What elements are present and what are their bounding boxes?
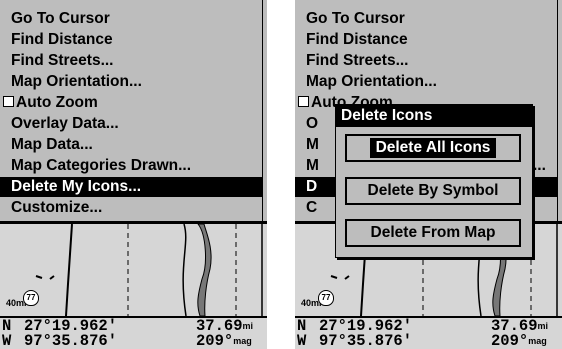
map-view[interactable] bbox=[0, 224, 267, 316]
right-device-screen: Go To Cursor Find Distance Find Streets.… bbox=[295, 0, 562, 349]
auto-zoom-checkbox[interactable] bbox=[298, 96, 309, 108]
menu-scrollbar[interactable] bbox=[557, 0, 562, 221]
delete-by-symbol-button[interactable]: Delete By Symbol bbox=[345, 177, 521, 205]
left-device-screen: Go To Cursor Find Distance Find Streets.… bbox=[0, 0, 267, 349]
menu-item-customize[interactable]: Customize... bbox=[0, 198, 262, 218]
menu-item-find-distance[interactable]: Find Distance bbox=[0, 30, 262, 50]
map-menu: Go To Cursor Find Distance Find Streets.… bbox=[0, 0, 267, 221]
lon-direction: W bbox=[2, 332, 12, 349]
menu-item-ellipsis-peek: ... bbox=[533, 157, 546, 174]
auto-zoom-label: Auto Zoom bbox=[16, 94, 98, 111]
lon-direction: W bbox=[297, 332, 307, 349]
distance-unit: mi bbox=[537, 321, 549, 331]
bearing-unit: mag bbox=[233, 336, 252, 346]
delete-from-map-button[interactable]: Delete From Map bbox=[345, 219, 521, 247]
dialog-title: Delete Icons bbox=[336, 105, 532, 127]
position-status-bar: N 27°19.962' W 97°35.876' 37.69mi 209°ma… bbox=[295, 318, 562, 349]
menu-scrollbar[interactable] bbox=[262, 0, 267, 221]
longitude-value: 97°35.876' bbox=[24, 332, 118, 349]
bearing-value: 209° bbox=[491, 332, 529, 349]
menu-item-go-to-cursor[interactable]: Go To Cursor bbox=[0, 9, 262, 29]
menu-item-map-orientation[interactable]: Map Orientation... bbox=[295, 72, 557, 92]
menu-item-map-orientation[interactable]: Map Orientation... bbox=[0, 72, 262, 92]
delete-all-icons-button[interactable]: Delete All Icons bbox=[345, 134, 521, 162]
bearing-unit: mag bbox=[528, 336, 547, 346]
map-graphics bbox=[35, 224, 263, 316]
menu-item-delete-my-icons[interactable]: Delete My Icons... bbox=[0, 177, 262, 197]
delete-all-icons-label: Delete All Icons bbox=[369, 138, 497, 158]
highway-shield-icon: 77 bbox=[318, 290, 334, 306]
menu-item-overlay-data[interactable]: Overlay Data... bbox=[0, 114, 262, 134]
bearing-readout: 209°mag bbox=[491, 332, 547, 349]
distance-unit: mi bbox=[242, 321, 254, 331]
menu-item-find-distance[interactable]: Find Distance bbox=[295, 30, 557, 50]
bearing-readout: 209°mag bbox=[196, 332, 252, 349]
delete-icons-dialog: Delete Icons Delete All Icons Delete By … bbox=[335, 104, 533, 258]
longitude-value: 97°35.876' bbox=[319, 332, 413, 349]
menu-item-find-streets[interactable]: Find Streets... bbox=[295, 51, 557, 71]
auto-zoom-checkbox[interactable] bbox=[3, 96, 14, 108]
position-status-bar: N 27°19.962' W 97°35.876' 37.69mi 209°ma… bbox=[0, 318, 267, 349]
menu-item-map-data[interactable]: Map Data... bbox=[0, 135, 262, 155]
menu-item-map-categories[interactable]: Map Categories Drawn... bbox=[0, 156, 262, 176]
menu-item-go-to-cursor[interactable]: Go To Cursor bbox=[295, 9, 557, 29]
highway-shield-icon: 77 bbox=[23, 290, 39, 306]
bearing-value: 209° bbox=[196, 332, 234, 349]
menu-item-find-streets[interactable]: Find Streets... bbox=[0, 51, 262, 71]
menu-item-auto-zoom[interactable]: Auto Zoom bbox=[0, 93, 262, 113]
